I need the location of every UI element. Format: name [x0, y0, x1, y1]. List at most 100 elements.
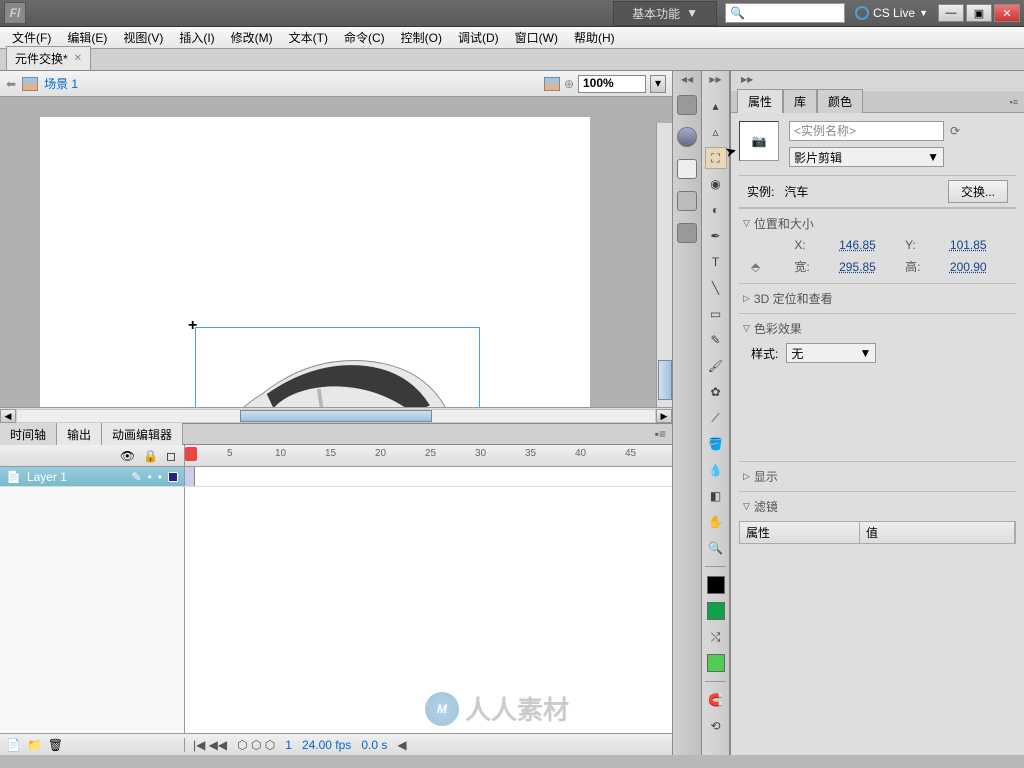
options-icon[interactable]: ⟲ [705, 715, 727, 737]
timeline-options-icon[interactable]: ▪≡ [649, 427, 672, 441]
new-layer-icon[interactable]: 📄 [6, 738, 21, 752]
vertical-scrollbar[interactable] [656, 123, 672, 407]
outline-icon[interactable]: ◻ [166, 449, 176, 463]
brush-tool[interactable]: 🖌 [705, 355, 727, 377]
menu-window[interactable]: 窗口(W) [509, 27, 564, 48]
tools-panel: ▴ ▵ ⛶ ◉ ◐ ✒ T ╲ ▭ ✎ 🖌 ✿ ⟋ 🪣 💧 ◧ ✋ 🔍 ⤭ 🧲 … [702, 71, 730, 755]
instance-name-input[interactable]: <实例名称> [789, 121, 944, 141]
edit-scene-icon[interactable] [544, 77, 560, 91]
text-tool[interactable]: T [705, 251, 727, 273]
pencil-tool[interactable]: ✎ [705, 329, 727, 351]
swap-colors-icon[interactable]: ⤭ [705, 626, 727, 648]
zoom-dropdown[interactable]: ▾ [650, 75, 666, 93]
frame-ruler[interactable]: 5 10 15 20 25 30 35 40 45 [185, 445, 672, 466]
menu-control[interactable]: 控制(O) [395, 27, 448, 48]
line-tool[interactable]: ╲ [705, 277, 727, 299]
current-frame[interactable]: 1 [285, 738, 292, 752]
free-transform-tool[interactable]: ⛶ [705, 147, 727, 169]
instance-thumbnail: 📷 [739, 121, 779, 161]
properties-panel: 属性 库 颜色 ▪≡ 📷 <实例名称> ⟳ 影片剪辑▼ 实例: 汽车 交换... [730, 71, 1024, 755]
section-3d[interactable]: ▷3D 定位和查看 [739, 288, 1016, 309]
eraser-tool[interactable]: ◧ [705, 485, 727, 507]
frames-track[interactable] [185, 467, 672, 486]
menu-modify[interactable]: 修改(M) [225, 27, 279, 48]
x-value[interactable]: 146.85 [839, 238, 893, 252]
tab-color[interactable]: 颜色 [817, 89, 863, 114]
dock-icon-2[interactable] [677, 127, 697, 147]
tab-motion-editor[interactable]: 动画编辑器 [102, 423, 183, 446]
tab-properties[interactable]: 属性 [737, 89, 783, 114]
height-value[interactable]: 200.90 [950, 260, 1004, 274]
layer-name[interactable]: Layer 1 [27, 470, 67, 484]
workspace-dropdown[interactable]: 基本功能▼ [613, 1, 717, 26]
menu-help[interactable]: 帮助(H) [568, 27, 621, 48]
minimize-button[interactable]: — [938, 4, 964, 22]
circle-arrow-icon[interactable]: ⟳ [950, 124, 960, 138]
dock-icon-5[interactable] [677, 223, 697, 243]
playhead[interactable] [185, 447, 197, 461]
fps-display[interactable]: 24.00 fps [302, 738, 351, 752]
pen-tool[interactable]: ✒ [705, 225, 727, 247]
layer-row[interactable]: 📄 Layer 1 ✎•• [0, 467, 672, 487]
document-tab[interactable]: 元件交换*✕ [6, 46, 91, 70]
cs-live-button[interactable]: CS Live▼ [855, 6, 928, 20]
fill-color[interactable] [705, 600, 727, 622]
section-position-size[interactable]: ▽位置和大小 [739, 213, 1016, 234]
tab-output[interactable]: 输出 [57, 423, 102, 446]
lock-aspect-icon[interactable]: ⬘ [751, 260, 765, 274]
selection-tool[interactable]: ▴ [705, 95, 727, 117]
section-color-effect[interactable]: ▽色彩效果 [739, 318, 1016, 339]
y-value[interactable]: 101.85 [950, 238, 1004, 252]
new-folder-icon[interactable]: 📁 [27, 738, 42, 752]
dock-icon-1[interactable] [677, 95, 697, 115]
eyedropper-tool[interactable]: 💧 [705, 459, 727, 481]
deco-tool[interactable]: ✿ [705, 381, 727, 403]
menu-commands[interactable]: 命令(C) [338, 27, 391, 48]
dock-icon-3[interactable] [677, 159, 697, 179]
selected-symbol[interactable] [195, 327, 480, 407]
style-dropdown[interactable]: 无▼ [786, 343, 876, 363]
swap-button[interactable]: 交换... [948, 180, 1008, 203]
zoom-input[interactable]: 100% [578, 75, 646, 93]
horizontal-scrollbar[interactable]: ◀▶ [0, 407, 672, 423]
close-tab-icon[interactable]: ✕ [74, 53, 82, 64]
bone-tool[interactable]: ⟋ [705, 407, 727, 429]
dock-icon-4[interactable] [677, 191, 697, 211]
menu-view[interactable]: 视图(V) [117, 27, 169, 48]
maximize-button[interactable]: ▣ [966, 4, 992, 22]
menu-edit[interactable]: 编辑(E) [61, 27, 113, 48]
frame-nav-icon[interactable]: |◀ ◀◀ [193, 738, 227, 752]
stroke-color[interactable] [705, 574, 727, 596]
menu-bar: 文件(F) 编辑(E) 视图(V) 插入(I) 修改(M) 文本(T) 命令(C… [0, 27, 1024, 49]
subselection-tool[interactable]: ▵ [705, 121, 727, 143]
canvas[interactable]: + [0, 97, 672, 407]
delete-layer-icon[interactable]: 🗑 [48, 738, 63, 752]
scene-label[interactable]: 场景 1 [44, 75, 78, 92]
rectangle-tool[interactable]: ▭ [705, 303, 727, 325]
lock-icon[interactable]: 🔒 [143, 449, 158, 463]
back-icon[interactable]: ⬅ [6, 77, 16, 91]
section-filters[interactable]: ▽滤镜 [739, 496, 1016, 517]
section-display[interactable]: ▷显示 [739, 466, 1016, 487]
edit-symbols-icon[interactable]: ⊕ [564, 77, 574, 91]
menu-debug[interactable]: 调试(D) [452, 27, 505, 48]
zoom-tool[interactable]: 🔍 [705, 537, 727, 559]
fill-color-2[interactable] [705, 652, 727, 674]
visibility-icon[interactable]: 👁 [120, 449, 135, 463]
panel-options-icon[interactable]: ▪≡ [1010, 97, 1024, 107]
hand-tool[interactable]: ✋ [705, 511, 727, 533]
search-input[interactable]: 🔍 [725, 3, 845, 23]
menu-file[interactable]: 文件(F) [6, 27, 57, 48]
onion-skin-icon[interactable]: ⬡ ⬡ ⬡ [237, 738, 275, 752]
tab-library[interactable]: 库 [783, 89, 817, 114]
menu-insert[interactable]: 插入(I) [173, 27, 220, 48]
tab-timeline[interactable]: 时间轴 [0, 423, 57, 446]
width-value[interactable]: 295.85 [839, 260, 893, 274]
menu-text[interactable]: 文本(T) [283, 27, 334, 48]
3d-rotation-tool[interactable]: ◉ [705, 173, 727, 195]
close-button[interactable]: ✕ [994, 4, 1020, 22]
symbol-type-dropdown[interactable]: 影片剪辑▼ [789, 147, 944, 167]
lasso-tool[interactable]: ◐ [705, 199, 727, 221]
snap-tool[interactable]: 🧲 [705, 689, 727, 711]
paint-bucket-tool[interactable]: 🪣 [705, 433, 727, 455]
